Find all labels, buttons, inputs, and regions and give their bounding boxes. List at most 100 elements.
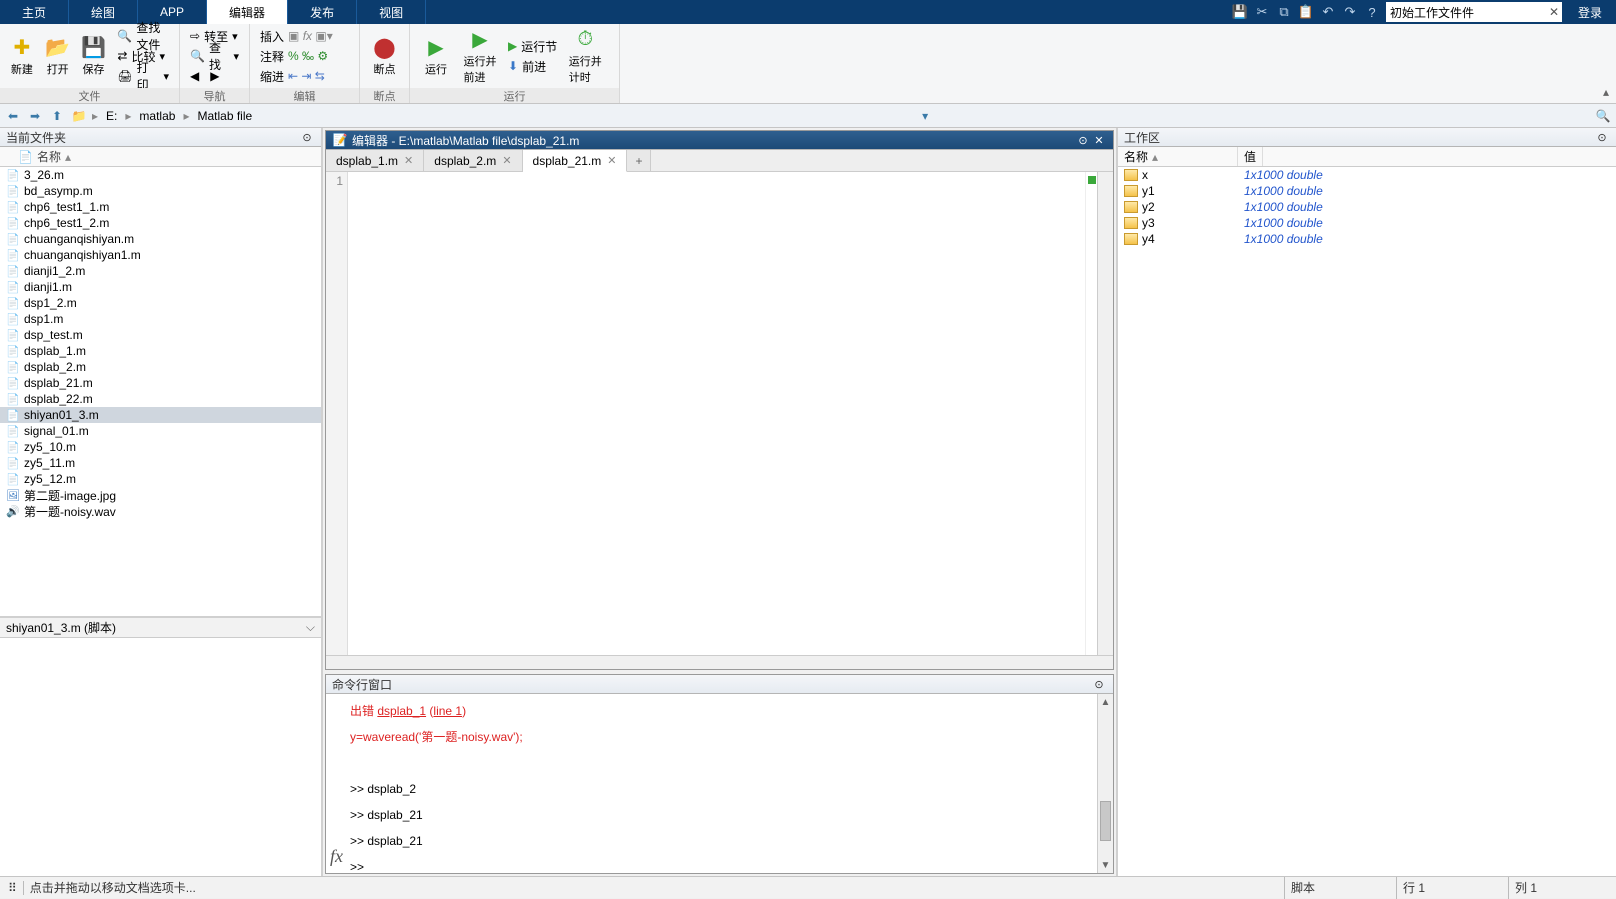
print-button[interactable]: 🖨打印▾ [113, 66, 173, 86]
file-item[interactable]: 📄chuanganqishiyan1.m [0, 247, 321, 263]
find-files-button[interactable]: 🔍查找文件 [113, 26, 173, 46]
workspace-row[interactable]: y11x1000 double [1118, 183, 1616, 199]
chevron-down-icon[interactable]: ⌵ [306, 620, 315, 635]
open-button[interactable]: 📂打开 [42, 27, 74, 85]
editor-tab[interactable]: dsplab_21.m✕ [523, 150, 628, 172]
file-item[interactable]: 📄dsp_test.m [0, 327, 321, 343]
redo-icon[interactable]: ↷ [1342, 4, 1358, 20]
file-item[interactable]: 📄chp6_test1_1.m [0, 199, 321, 215]
breakpoint-button[interactable]: ⬤断点 [366, 27, 403, 85]
file-item[interactable]: 📄3_26.m [0, 167, 321, 183]
file-type-icon: 📄 [6, 376, 20, 390]
tab-editor[interactable]: 编辑器 [207, 0, 288, 24]
file-item[interactable]: 📄zy5_12.m [0, 471, 321, 487]
run-button[interactable]: ▶运行 [416, 27, 456, 85]
path-seg[interactable]: Matlab file [193, 109, 256, 123]
vertical-scrollbar[interactable] [1097, 172, 1113, 655]
path-dropdown-icon[interactable]: ▾ [916, 107, 934, 125]
comment-button[interactable]: 注释 % ‰ ⚙ [256, 46, 337, 66]
tab-plot[interactable]: 绘图 [69, 0, 138, 24]
editor-tab[interactable]: dsplab_2.m✕ [424, 150, 522, 171]
advance-button[interactable]: ⬇前进 [504, 56, 561, 76]
file-item[interactable]: 📄zy5_11.m [0, 455, 321, 471]
panel-menu-icon[interactable]: ⊙ [1091, 676, 1107, 692]
file-item[interactable]: 📄zy5_10.m [0, 439, 321, 455]
file-list[interactable]: 📄3_26.m📄bd_asymp.m📄chp6_test1_1.m📄chp6_t… [0, 167, 321, 616]
insert-button[interactable]: 插入 ▣ fx ▣▾ [256, 26, 337, 46]
close-icon[interactable]: ✕ [607, 154, 616, 167]
search-icon[interactable]: 🔍 [1594, 107, 1612, 125]
ws-col-name[interactable]: 名称▴ [1118, 147, 1238, 166]
variable-icon [1124, 169, 1138, 181]
workspace-row[interactable]: x1x1000 double [1118, 167, 1616, 183]
forward-icon[interactable]: ➡ [26, 107, 44, 125]
fx-icon[interactable]: fx [330, 843, 343, 869]
run-section-button[interactable]: ▶运行节 [504, 36, 561, 56]
help-icon[interactable]: ? [1364, 4, 1380, 20]
file-item[interactable]: 📄dsplab_22.m [0, 391, 321, 407]
file-item[interactable]: 📄signal_01.m [0, 423, 321, 439]
search-docs-input[interactable] [1386, 2, 1546, 22]
panel-menu-icon[interactable]: ⊙ [299, 129, 315, 145]
code-editor[interactable] [348, 172, 1085, 655]
back-icon[interactable]: ⬅ [4, 107, 22, 125]
file-column-name[interactable]: 📄名称▴ [0, 147, 321, 167]
horizontal-scrollbar[interactable] [326, 655, 1113, 669]
panel-menu-icon[interactable]: ⊙ [1594, 129, 1610, 145]
cut-icon[interactable]: ✂ [1254, 4, 1270, 20]
run-time-button[interactable]: ⏱运行并 计时 [565, 27, 605, 85]
file-item[interactable]: 📄dsplab_1.m [0, 343, 321, 359]
run-advance-button[interactable]: ▶运行并 前进 [460, 27, 500, 85]
file-type-icon: 📄 [6, 264, 20, 278]
close-icon[interactable]: ✕ [502, 154, 511, 167]
workspace-row[interactable]: y41x1000 double [1118, 231, 1616, 247]
clear-icon[interactable]: ✕ [1546, 2, 1562, 22]
file-item[interactable]: 📄dsp1.m [0, 311, 321, 327]
save-button[interactable]: 💾保存 [78, 27, 110, 85]
ribbon-collapse-icon[interactable]: ▴ [1596, 24, 1616, 103]
detail-header[interactable]: shiyan01_3.m (脚本) ⌵ [0, 618, 321, 638]
file-item[interactable]: 📄 dianji1_2.m [0, 263, 321, 279]
find-button[interactable]: 🔍查找▾ [186, 46, 243, 66]
ws-col-value[interactable]: 值 [1238, 147, 1263, 166]
file-item[interactable]: 📄dianji1.m [0, 279, 321, 295]
nav-arrows[interactable]: ◀ ▶ [186, 66, 243, 86]
panel-menu-icon[interactable]: ⊙ [1075, 132, 1091, 148]
vertical-scrollbar[interactable]: ▲▼ [1097, 694, 1113, 873]
command-window-header: 命令行窗口 ⊙ [326, 675, 1113, 694]
command-window[interactable]: 出错 dsplab_1 (line 1) y=waveread('第一题-noi… [326, 694, 1097, 873]
undo-icon[interactable]: ↶ [1320, 4, 1336, 20]
file-name: dianji1_2.m [24, 264, 85, 278]
tab-publish[interactable]: 发布 [288, 0, 357, 24]
close-icon[interactable]: ✕ [404, 154, 413, 167]
workspace-list[interactable]: x1x1000 doubley11x1000 doubley21x1000 do… [1118, 167, 1616, 876]
folder-icon[interactable]: 📁 [70, 107, 88, 125]
file-item[interactable]: 🖼第二题-image.jpg [0, 487, 321, 503]
workspace-row[interactable]: y31x1000 double [1118, 215, 1616, 231]
copy-icon[interactable]: ⧉ [1276, 4, 1292, 20]
workspace-header: 工作区 ⊙ [1118, 128, 1616, 147]
file-item[interactable]: 🔊第一题-noisy.wav [0, 503, 321, 519]
up-icon[interactable]: ⬆ [48, 107, 66, 125]
indent-button[interactable]: 缩进 ⇤ ⇥ ⇆ [256, 66, 337, 86]
path-seg[interactable]: matlab [135, 109, 179, 123]
paste-icon[interactable]: 📋 [1298, 4, 1314, 20]
file-item[interactable]: 📄chp6_test1_2.m [0, 215, 321, 231]
add-tab-button[interactable]: + [627, 150, 651, 171]
file-item[interactable]: 📄chuanganqishiyan.m [0, 231, 321, 247]
close-icon[interactable]: ✕ [1091, 132, 1107, 148]
login-button[interactable]: 登录 [1568, 4, 1612, 21]
file-item[interactable]: 📄shiyan01_3.m [0, 407, 321, 423]
file-item[interactable]: 📄dsplab_21.m [0, 375, 321, 391]
file-item[interactable]: 📄bd_asymp.m [0, 183, 321, 199]
save-icon[interactable]: 💾 [1232, 4, 1248, 20]
file-type-icon: 📄 [6, 344, 20, 358]
tab-view[interactable]: 视图 [357, 0, 426, 24]
workspace-row[interactable]: y21x1000 double [1118, 199, 1616, 215]
new-button[interactable]: ✚新建 [6, 27, 38, 85]
path-drive[interactable]: E: [102, 109, 121, 123]
file-item[interactable]: 📄dsp1_2.m [0, 295, 321, 311]
tab-home[interactable]: 主页 [0, 0, 69, 24]
editor-tab[interactable]: dsplab_1.m✕ [326, 150, 424, 171]
file-item[interactable]: 📄dsplab_2.m [0, 359, 321, 375]
